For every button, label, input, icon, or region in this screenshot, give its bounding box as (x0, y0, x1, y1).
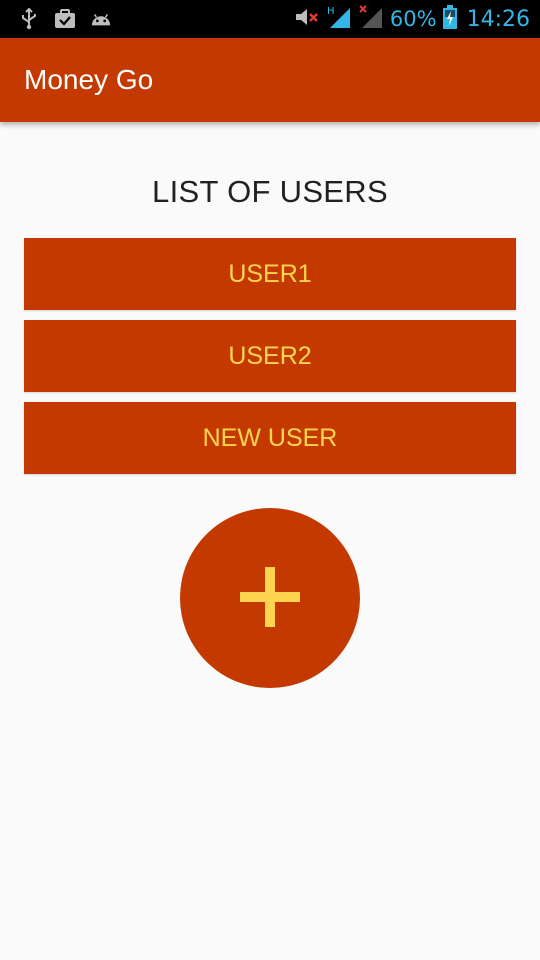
battery-percent: 60% (389, 7, 437, 31)
new-user-button[interactable]: NEW USER (24, 402, 516, 474)
add-user-fab[interactable] (180, 508, 360, 688)
plus-icon (240, 566, 300, 630)
status-bar-left (18, 8, 126, 30)
battery-charging-icon (442, 5, 457, 33)
svg-text:H: H (327, 6, 335, 17)
signal-no-sim-icon (358, 5, 384, 33)
list-title: LIST OF USERS (152, 174, 388, 209)
app-bar: Money Go (0, 38, 540, 122)
signal-h-icon: H (326, 5, 352, 33)
user-button-user1[interactable]: USER1 (24, 238, 516, 310)
main-content: LIST OF USERS USER1 USER2 NEW USER (0, 122, 540, 960)
app-title: Money Go (24, 64, 154, 95)
volume-muted-icon (294, 6, 320, 32)
usb-icon (18, 8, 40, 30)
user-button-user2[interactable]: USER2 (24, 320, 516, 392)
briefcase-check-icon (54, 8, 76, 30)
status-bar: H 60% 14:26 (0, 0, 540, 38)
status-bar-right: H 60% 14:26 (288, 5, 530, 33)
status-time: 14:26 (466, 6, 530, 32)
android-icon (90, 8, 112, 30)
